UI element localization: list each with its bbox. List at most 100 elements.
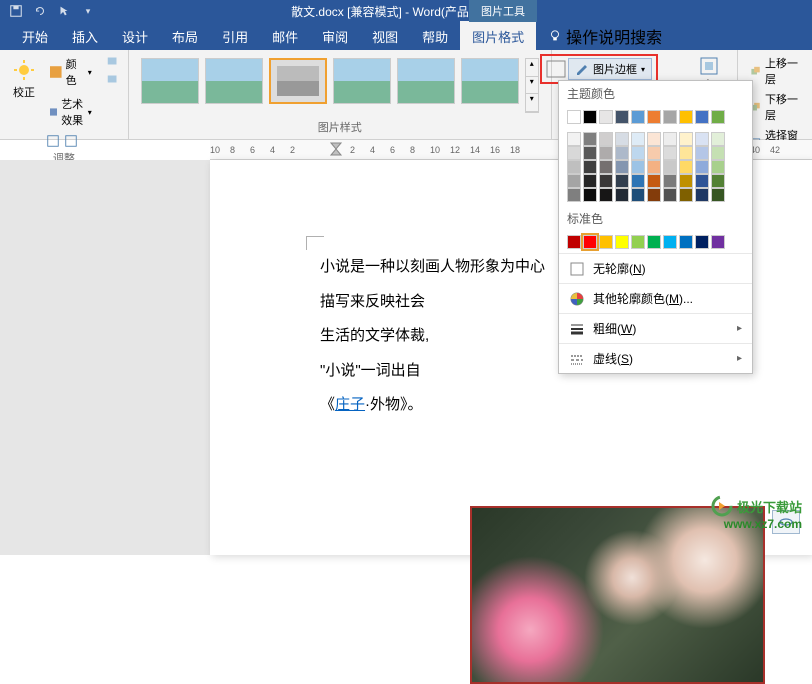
- style-thumb-2[interactable]: [205, 58, 263, 104]
- cursor-icon[interactable]: [56, 3, 72, 19]
- color-swatch[interactable]: [615, 235, 629, 249]
- gallery-up-icon[interactable]: ▴: [526, 59, 538, 77]
- change-picture-icon[interactable]: [64, 134, 78, 148]
- color-swatch[interactable]: [567, 132, 581, 146]
- gallery-down-icon[interactable]: ▾: [526, 77, 538, 95]
- artistic-effects-button[interactable]: 艺术效果▾: [46, 94, 96, 130]
- indent-marker-icon[interactable]: [330, 142, 342, 156]
- context-tab-picture-tools[interactable]: 图片工具: [469, 0, 537, 22]
- color-swatch[interactable]: [583, 235, 597, 249]
- color-swatch[interactable]: [647, 146, 661, 160]
- color-swatch[interactable]: [695, 146, 709, 160]
- color-swatch[interactable]: [599, 160, 613, 174]
- color-swatch[interactable]: [647, 132, 661, 146]
- color-swatch[interactable]: [679, 110, 693, 124]
- picture-border-button[interactable]: 图片边框 ▾: [568, 58, 652, 80]
- tab-picture-format[interactable]: 图片格式: [460, 21, 536, 52]
- tab-layout[interactable]: 布局: [160, 21, 210, 52]
- tab-view[interactable]: 视图: [360, 21, 410, 52]
- color-swatch[interactable]: [583, 188, 597, 202]
- color-swatch[interactable]: [631, 235, 645, 249]
- selected-image[interactable]: [470, 506, 765, 684]
- send-backward-button[interactable]: 下移一层: [746, 90, 804, 124]
- color-swatch[interactable]: [711, 146, 725, 160]
- color-swatch[interactable]: [695, 235, 709, 249]
- color-swatch[interactable]: [695, 160, 709, 174]
- color-swatch[interactable]: [599, 174, 613, 188]
- tell-me-search[interactable]: 操作说明搜索: [548, 24, 662, 48]
- color-swatch[interactable]: [599, 146, 613, 160]
- style-thumb-3[interactable]: [269, 58, 327, 104]
- color-swatch[interactable]: [631, 188, 645, 202]
- other-colors-item[interactable]: 其他轮廓颜色(M)...: [559, 283, 752, 313]
- color-swatch[interactable]: [679, 160, 693, 174]
- color-swatch[interactable]: [567, 146, 581, 160]
- tab-review[interactable]: 审阅: [310, 21, 360, 52]
- color-swatch[interactable]: [631, 160, 645, 174]
- color-swatch[interactable]: [647, 235, 661, 249]
- color-swatch[interactable]: [647, 110, 661, 124]
- color-swatch[interactable]: [663, 235, 677, 249]
- style-thumb-5[interactable]: [397, 58, 455, 104]
- color-swatch[interactable]: [711, 174, 725, 188]
- color-swatch[interactable]: [615, 160, 629, 174]
- color-swatch[interactable]: [647, 160, 661, 174]
- color-swatch[interactable]: [567, 160, 581, 174]
- qat-more-icon[interactable]: ▾: [80, 3, 96, 19]
- color-swatch[interactable]: [695, 174, 709, 188]
- color-swatch[interactable]: [695, 188, 709, 202]
- position-icon[interactable]: [697, 54, 721, 78]
- color-swatch[interactable]: [583, 160, 597, 174]
- color-swatch[interactable]: [567, 235, 581, 249]
- tab-references[interactable]: 引用: [210, 21, 260, 52]
- color-swatch[interactable]: [631, 110, 645, 124]
- gallery-more-icon[interactable]: ▾: [526, 94, 538, 112]
- tab-insert[interactable]: 插入: [60, 21, 110, 52]
- no-outline-item[interactable]: 无轮廓(N): [559, 253, 752, 283]
- color-swatch[interactable]: [711, 110, 725, 124]
- color-swatch[interactable]: [663, 188, 677, 202]
- color-swatch[interactable]: [615, 188, 629, 202]
- picture-layout-icon[interactable]: [546, 60, 566, 78]
- color-swatch[interactable]: [711, 132, 725, 146]
- style-thumb-1[interactable]: [141, 58, 199, 104]
- color-swatch[interactable]: [583, 174, 597, 188]
- color-swatch[interactable]: [711, 188, 725, 202]
- tab-home[interactable]: 开始: [10, 21, 60, 52]
- color-swatch[interactable]: [615, 174, 629, 188]
- color-swatch[interactable]: [583, 132, 597, 146]
- color-swatch[interactable]: [679, 146, 693, 160]
- color-swatch[interactable]: [615, 132, 629, 146]
- dashes-item[interactable]: 虚线(S) ▸: [559, 343, 752, 373]
- color-swatch[interactable]: [615, 146, 629, 160]
- color-swatch[interactable]: [567, 188, 581, 202]
- save-icon[interactable]: [8, 3, 24, 19]
- color-swatch[interactable]: [679, 235, 693, 249]
- color-swatch[interactable]: [631, 132, 645, 146]
- color-swatch[interactable]: [663, 132, 677, 146]
- color-swatch[interactable]: [567, 110, 581, 124]
- color-swatch[interactable]: [615, 110, 629, 124]
- undo-icon[interactable]: [32, 3, 48, 19]
- weight-item[interactable]: 粗细(W) ▸: [559, 313, 752, 343]
- style-thumb-6[interactable]: [461, 58, 519, 104]
- color-swatch[interactable]: [631, 174, 645, 188]
- color-swatch[interactable]: [631, 146, 645, 160]
- compress-icon[interactable]: [46, 134, 60, 148]
- color-swatch[interactable]: [599, 110, 613, 124]
- color-swatch[interactable]: [599, 188, 613, 202]
- color-swatch[interactable]: [679, 188, 693, 202]
- corrections-button[interactable]: 校正: [8, 54, 40, 148]
- color-swatch[interactable]: [663, 160, 677, 174]
- color-swatch[interactable]: [711, 235, 725, 249]
- bring-forward-button[interactable]: 上移一层: [746, 54, 804, 88]
- color-swatch[interactable]: [647, 188, 661, 202]
- color-swatch[interactable]: [663, 110, 677, 124]
- color-swatch[interactable]: [583, 110, 597, 124]
- color-swatch[interactable]: [583, 146, 597, 160]
- color-swatch[interactable]: [695, 110, 709, 124]
- doc-hyperlink[interactable]: 庄子: [335, 396, 365, 413]
- color-swatch[interactable]: [711, 160, 725, 174]
- color-swatch[interactable]: [647, 174, 661, 188]
- color-swatch[interactable]: [679, 132, 693, 146]
